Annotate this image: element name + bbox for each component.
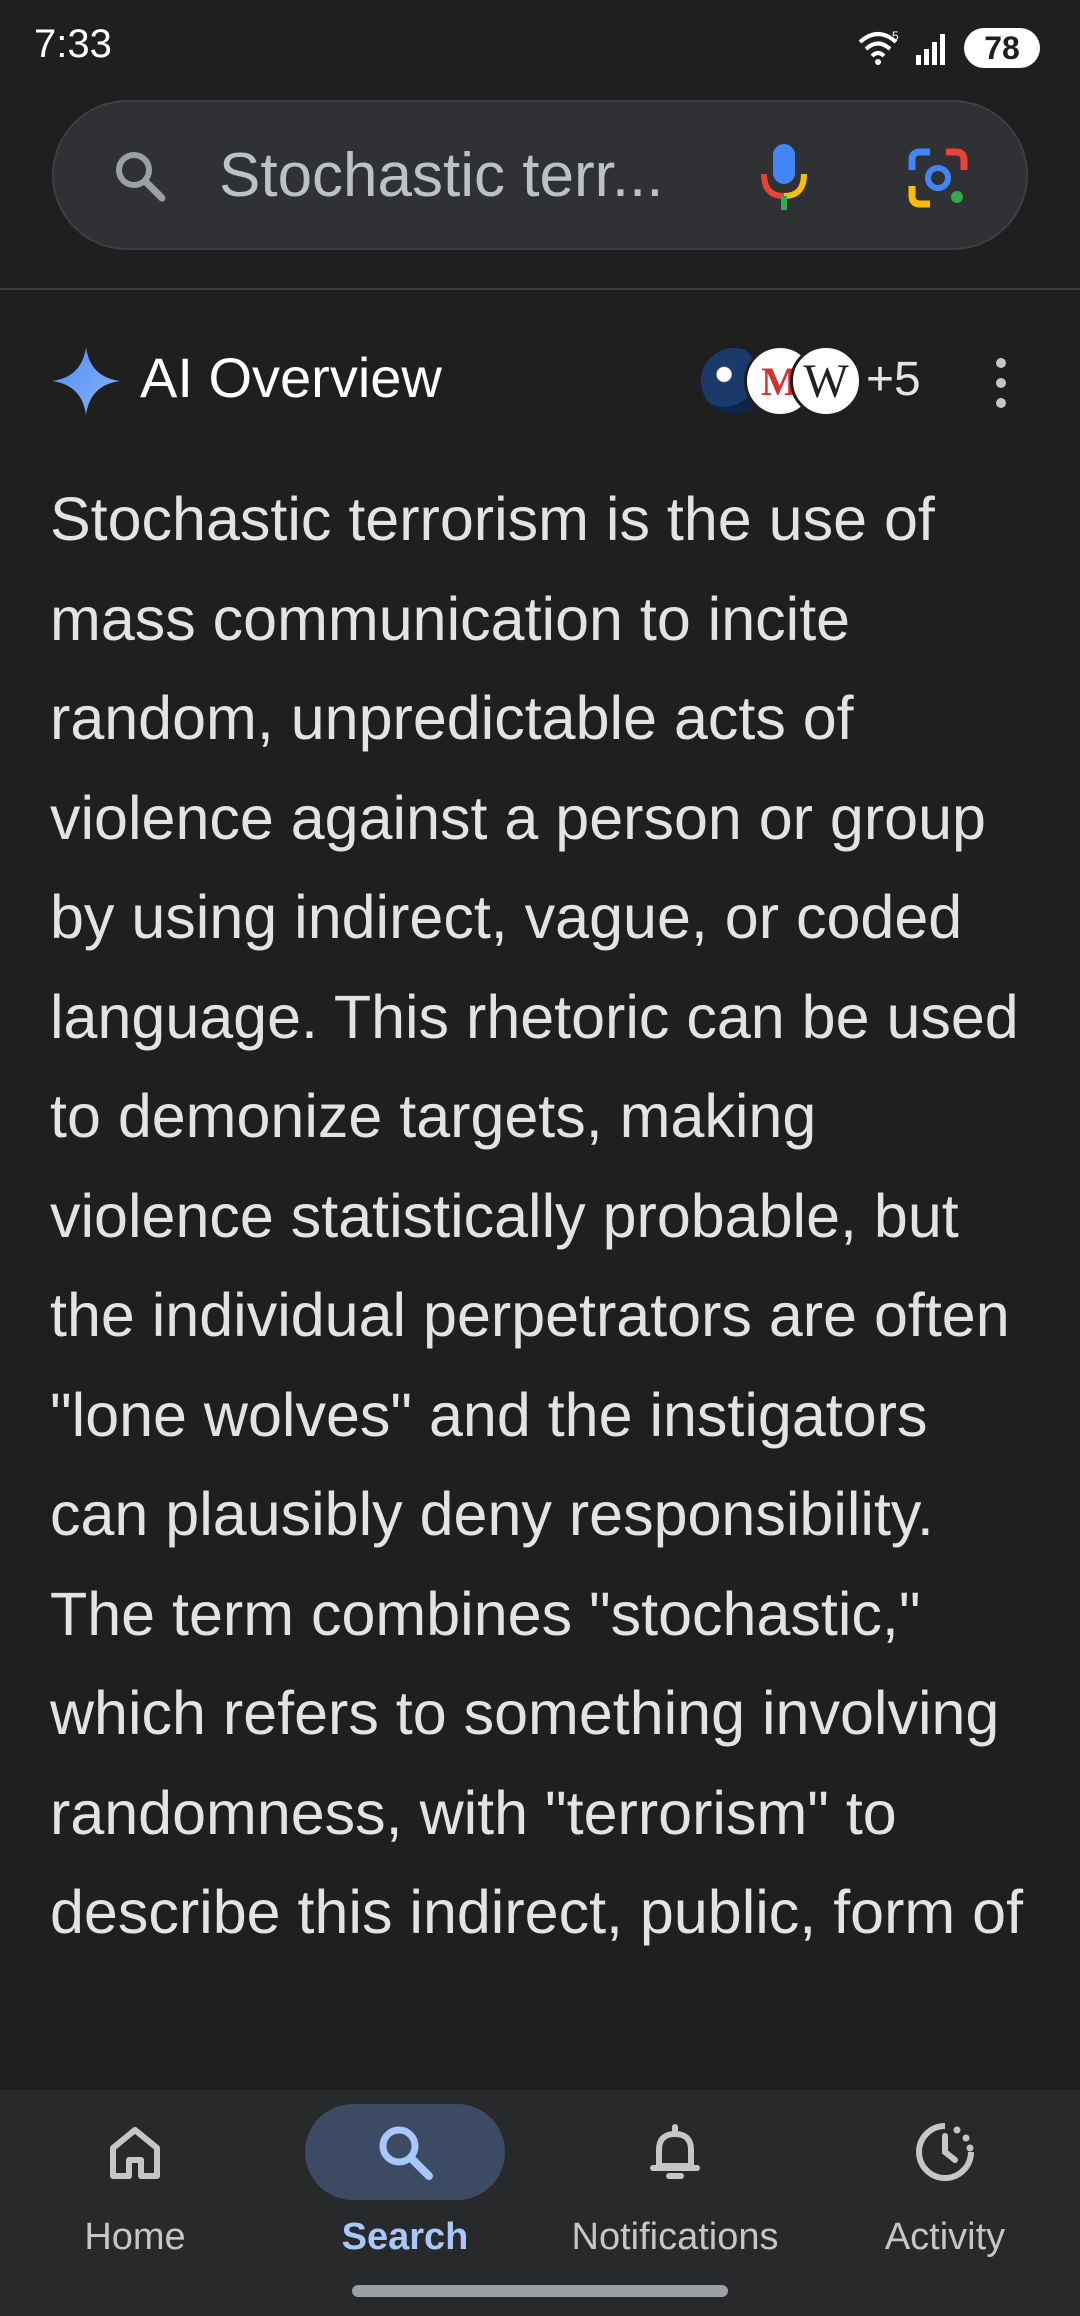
search-bar[interactable]: Stochastic terr... bbox=[52, 100, 1028, 250]
svg-text:5: 5 bbox=[892, 30, 899, 43]
status-time: 7:33 bbox=[34, 22, 112, 66]
nav-search-active-pill bbox=[305, 2104, 505, 2200]
wifi-icon: 5 bbox=[858, 30, 899, 65]
bell-icon bbox=[650, 2124, 700, 2179]
status-bar: 7:33 5 78 bbox=[0, 0, 1080, 96]
ai-overview-text: Stochastic terrorism is the use of mass … bbox=[50, 485, 1024, 1946]
sparkle-icon bbox=[52, 347, 120, 415]
search-icon bbox=[379, 2126, 433, 2180]
wikipedia-icon[interactable]: W bbox=[790, 345, 862, 417]
nav-notifications-label: Notifications bbox=[571, 2216, 779, 2258]
nav-search-label: Search bbox=[341, 2216, 469, 2258]
home-icon bbox=[110, 2127, 160, 2179]
nav-search[interactable]: Search bbox=[270, 2090, 540, 2316]
signal-icon bbox=[916, 34, 945, 65]
search-input[interactable]: Stochastic terr... bbox=[219, 140, 664, 211]
search-icon bbox=[116, 152, 166, 202]
nav-home[interactable]: Home bbox=[0, 2090, 270, 2316]
ai-overview-title: AI Overview bbox=[140, 346, 442, 409]
header-divider bbox=[0, 288, 1080, 290]
battery-level: 78 bbox=[984, 29, 1020, 66]
activity-icon bbox=[916, 2123, 974, 2181]
mic-icon[interactable] bbox=[756, 142, 812, 214]
status-icons: 5 78 bbox=[856, 26, 1040, 70]
nav-home-label: Home bbox=[84, 2216, 186, 2258]
nav-activity[interactable]: Activity bbox=[810, 2090, 1080, 2316]
nav-activity-label: Activity bbox=[884, 2216, 1006, 2258]
google-lens-icon[interactable] bbox=[906, 146, 970, 210]
screen: 7:33 5 78 Stochastic terr... AI Overview… bbox=[0, 0, 1080, 2316]
battery-icon: 78 bbox=[964, 28, 1040, 68]
bottom-navigation: Home Search Notifications Activity bbox=[0, 2090, 1080, 2316]
more-options-icon[interactable] bbox=[986, 358, 1016, 408]
more-sources-count[interactable]: +5 bbox=[866, 352, 921, 407]
nav-notifications[interactable]: Notifications bbox=[540, 2090, 810, 2316]
gesture-home-indicator[interactable] bbox=[352, 2285, 728, 2297]
